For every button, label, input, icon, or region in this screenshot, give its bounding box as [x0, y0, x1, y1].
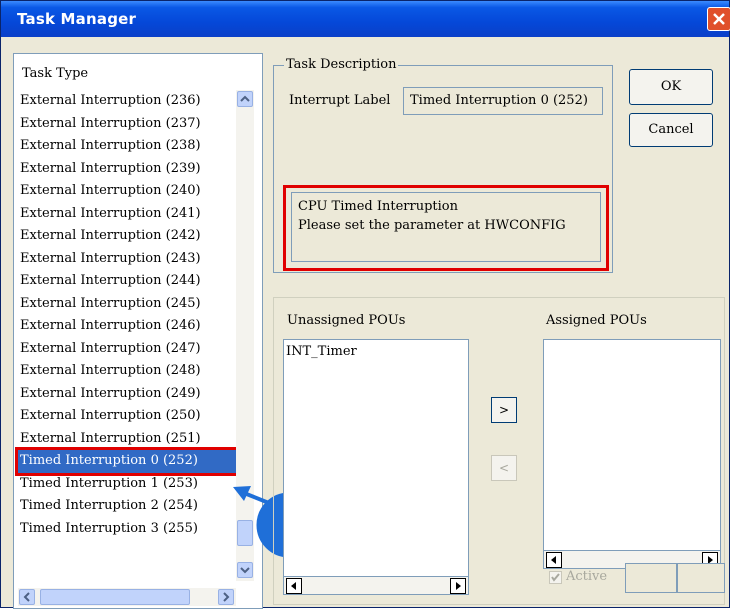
caret-left-icon	[291, 582, 296, 590]
scroll-up-button[interactable]	[237, 91, 253, 107]
task-type-item[interactable]: External Interruption (244)	[18, 270, 238, 293]
unassigned-pous-list[interactable]: INT_Timer	[283, 339, 469, 595]
parameter-box-2[interactable]	[677, 563, 725, 593]
task-type-item[interactable]: Timed Interruption 3 (255)	[18, 518, 238, 541]
horizontal-scroll-thumb[interactable]	[40, 589, 190, 605]
description-text-box: CPU Timed Interruption Please set the pa…	[291, 192, 601, 262]
chevron-right-icon	[223, 592, 230, 602]
caret-left-icon	[551, 556, 556, 564]
task-list-horizontal-scrollbar[interactable]	[18, 588, 236, 606]
task-type-item[interactable]: External Interruption (251)	[18, 428, 238, 451]
window-title: Task Manager	[17, 10, 137, 28]
unassign-button[interactable]: <	[491, 455, 517, 481]
task-type-item[interactable]: External Interruption (250)	[18, 405, 238, 428]
cancel-button[interactable]: Cancel	[629, 113, 713, 147]
caret-right-icon	[456, 582, 461, 590]
assigned-scroll-left-button[interactable]	[546, 552, 562, 568]
unassigned-scroll-right-button[interactable]	[450, 578, 466, 594]
task-type-item[interactable]: External Interruption (241)	[18, 203, 238, 226]
description-line-1: CPU Timed Interruption	[298, 199, 458, 214]
unassigned-pou-item[interactable]: INT_Timer	[286, 344, 357, 359]
assigned-pous-label: Assigned POUs	[546, 313, 647, 328]
chevron-left-icon	[23, 592, 30, 602]
close-icon	[713, 13, 725, 25]
task-manager-window: Task Manager Task Type External Interrup…	[0, 0, 730, 609]
task-type-item[interactable]: Timed Interruption 1 (253)	[18, 473, 238, 496]
unassigned-scroll-left-button[interactable]	[286, 578, 302, 594]
unassigned-horizontal-scrollbar[interactable]	[284, 576, 468, 594]
interrupt-label: Interrupt Label	[289, 93, 391, 108]
assign-button[interactable]: >	[491, 397, 517, 423]
task-type-panel: Task Type External Interruption (236) Ex…	[13, 53, 263, 609]
interrupt-label-field: Timed Interruption 0 (252)	[403, 87, 603, 115]
task-type-item[interactable]: External Interruption (243)	[18, 248, 238, 271]
task-type-item[interactable]: External Interruption (236)	[18, 90, 238, 113]
task-type-item[interactable]: Timed Interruption 2 (254)	[18, 495, 238, 518]
active-label: Active	[566, 569, 608, 584]
task-type-item[interactable]: External Interruption (239)	[18, 158, 238, 181]
task-type-item[interactable]: External Interruption (238)	[18, 135, 238, 158]
task-type-list[interactable]: External Interruption (236) External Int…	[15, 90, 241, 541]
task-type-item[interactable]: External Interruption (247)	[18, 338, 238, 361]
scroll-left-button[interactable]	[19, 589, 35, 605]
task-type-item[interactable]: External Interruption (249)	[18, 383, 238, 406]
task-type-item[interactable]: External Interruption (240)	[18, 180, 238, 203]
task-description-label: Task Description	[284, 57, 399, 72]
checkmark-icon	[551, 573, 560, 582]
task-type-item[interactable]: External Interruption (237)	[18, 113, 238, 136]
task-type-item[interactable]: External Interruption (248)	[18, 360, 238, 383]
task-type-label: Task Type	[22, 66, 89, 81]
chevron-down-icon	[240, 567, 250, 574]
scroll-down-button[interactable]	[237, 562, 253, 578]
description-line-2: Please set the parameter at HWCONFIG	[298, 218, 566, 233]
task-type-item-selected[interactable]: Timed Interruption 0 (252)	[15, 447, 241, 476]
task-type-item[interactable]: External Interruption (245)	[18, 293, 238, 316]
ok-button[interactable]: OK	[629, 69, 713, 105]
task-type-item[interactable]: External Interruption (246)	[18, 315, 238, 338]
chevron-up-icon	[240, 95, 250, 102]
assigned-pous-list[interactable]	[543, 339, 721, 569]
parameter-box-1[interactable]	[625, 563, 677, 593]
scroll-right-button[interactable]	[218, 589, 234, 605]
unassigned-pous-label: Unassigned POUs	[287, 313, 406, 328]
task-type-item[interactable]: External Interruption (242)	[18, 225, 238, 248]
active-checkbox[interactable]	[549, 571, 562, 584]
close-button[interactable]	[707, 7, 730, 31]
title-bar[interactable]: Task Manager	[1, 1, 730, 37]
